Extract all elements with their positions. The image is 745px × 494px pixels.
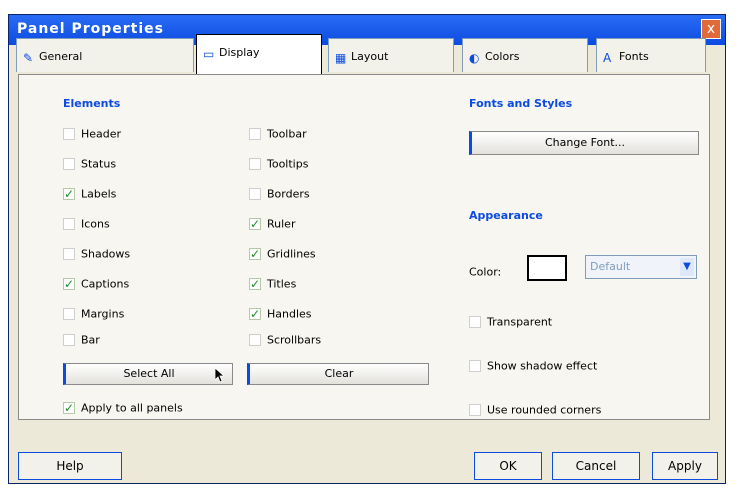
select-all-button[interactable]: Select All [63, 363, 233, 385]
checkbox-box[interactable] [63, 334, 75, 346]
checkmark-icon[interactable]: ✓ [249, 248, 261, 260]
tab-strip: ✎ General ▭ Display ▦ Layout ◐ Colors A Fonts [16, 34, 716, 74]
checkbox-gridlines[interactable]: ✓ Gridlines [249, 247, 316, 263]
checkbox-ruler[interactable]: ✓ Ruler [249, 217, 295, 233]
checkbox-box[interactable] [63, 308, 75, 320]
checkbox-shadows[interactable]: Shadows [63, 247, 130, 263]
cancel-button[interactable]: Cancel [552, 452, 640, 480]
palette-icon: ◐ [469, 51, 480, 65]
checkbox-handles[interactable]: ✓ Handles [249, 307, 312, 323]
checkbox-titles[interactable]: ✓ Titles [249, 277, 296, 293]
checkbox-captions[interactable]: ✓ Captions [63, 277, 129, 293]
checkbox-box[interactable] [63, 218, 75, 230]
color-dropdown[interactable]: Default ▼ [585, 255, 697, 279]
checkbox-scrollbars[interactable]: Scrollbars [249, 333, 321, 349]
checkbox-box[interactable] [63, 248, 75, 260]
checkbox-box[interactable] [249, 334, 261, 346]
checkbox-rounded-corners[interactable]: Use rounded corners [469, 403, 601, 419]
checkbox-box[interactable] [63, 128, 75, 140]
mouse-cursor-icon [215, 368, 226, 383]
checkbox-apply-all[interactable]: ✓ Apply to all panels [63, 401, 183, 417]
checkbox-borders[interactable]: Borders [249, 187, 310, 203]
tab-colors[interactable]: ◐ Colors [462, 38, 588, 72]
checkmark-icon[interactable]: ✓ [249, 218, 261, 230]
checkmark-icon[interactable]: ✓ [63, 278, 75, 290]
checkbox-box[interactable] [469, 360, 481, 372]
change-font-button[interactable]: Change Font... [469, 131, 699, 155]
checkbox-toolbar[interactable]: Toolbar [249, 127, 307, 143]
color-label: Color: [469, 265, 502, 279]
checkbox-box[interactable] [469, 404, 481, 416]
help-button[interactable]: Help [18, 452, 122, 480]
checkmark-icon[interactable]: ✓ [249, 278, 261, 290]
ok-button[interactable]: OK [474, 452, 542, 480]
checkmark-icon[interactable]: ✓ [63, 188, 75, 200]
elements-group-title: Elements [63, 97, 121, 110]
checkmark-icon[interactable]: ✓ [63, 402, 75, 414]
brush-icon: ✎ [23, 51, 34, 65]
apply-button[interactable]: Apply [652, 452, 718, 480]
checkbox-transparent[interactable]: Transparent [469, 315, 552, 331]
font-icon: A [603, 51, 612, 65]
fonts-group-title: Fonts and Styles [469, 97, 573, 110]
checkbox-bar[interactable]: Bar [63, 333, 100, 349]
clear-button[interactable]: Clear [247, 363, 429, 385]
checkbox-header[interactable]: Header [63, 127, 121, 143]
checkbox-box[interactable] [249, 128, 261, 140]
display-icon: ▭ [203, 47, 215, 61]
layout-icon: ▦ [335, 51, 347, 65]
checkbox-margins[interactable]: Margins [63, 307, 124, 323]
checkbox-shadow-effect[interactable]: Show shadow effect [469, 359, 597, 375]
checkbox-box[interactable] [249, 158, 261, 170]
appearance-group-title: Appearance [469, 209, 543, 222]
chevron-down-icon[interactable]: ▼ [680, 258, 694, 276]
checkmark-icon[interactable]: ✓ [249, 308, 261, 320]
tab-display[interactable]: ▭ Display [196, 34, 322, 74]
checkbox-labels[interactable]: ✓ Labels [63, 187, 116, 203]
display-tab-panel: Elements Header Toolbar Status Tooltips … [18, 74, 710, 420]
tab-general[interactable]: ✎ General [16, 38, 194, 72]
tab-fonts[interactable]: A Fonts [596, 38, 706, 72]
color-swatch[interactable] [527, 255, 567, 281]
checkbox-box[interactable] [249, 188, 261, 200]
checkbox-box[interactable] [63, 158, 75, 170]
checkbox-status[interactable]: Status [63, 157, 116, 173]
tab-layout[interactable]: ▦ Layout [328, 38, 454, 72]
checkbox-tooltips[interactable]: Tooltips [249, 157, 308, 173]
checkbox-icons[interactable]: Icons [63, 217, 110, 233]
checkbox-box[interactable] [469, 316, 481, 328]
